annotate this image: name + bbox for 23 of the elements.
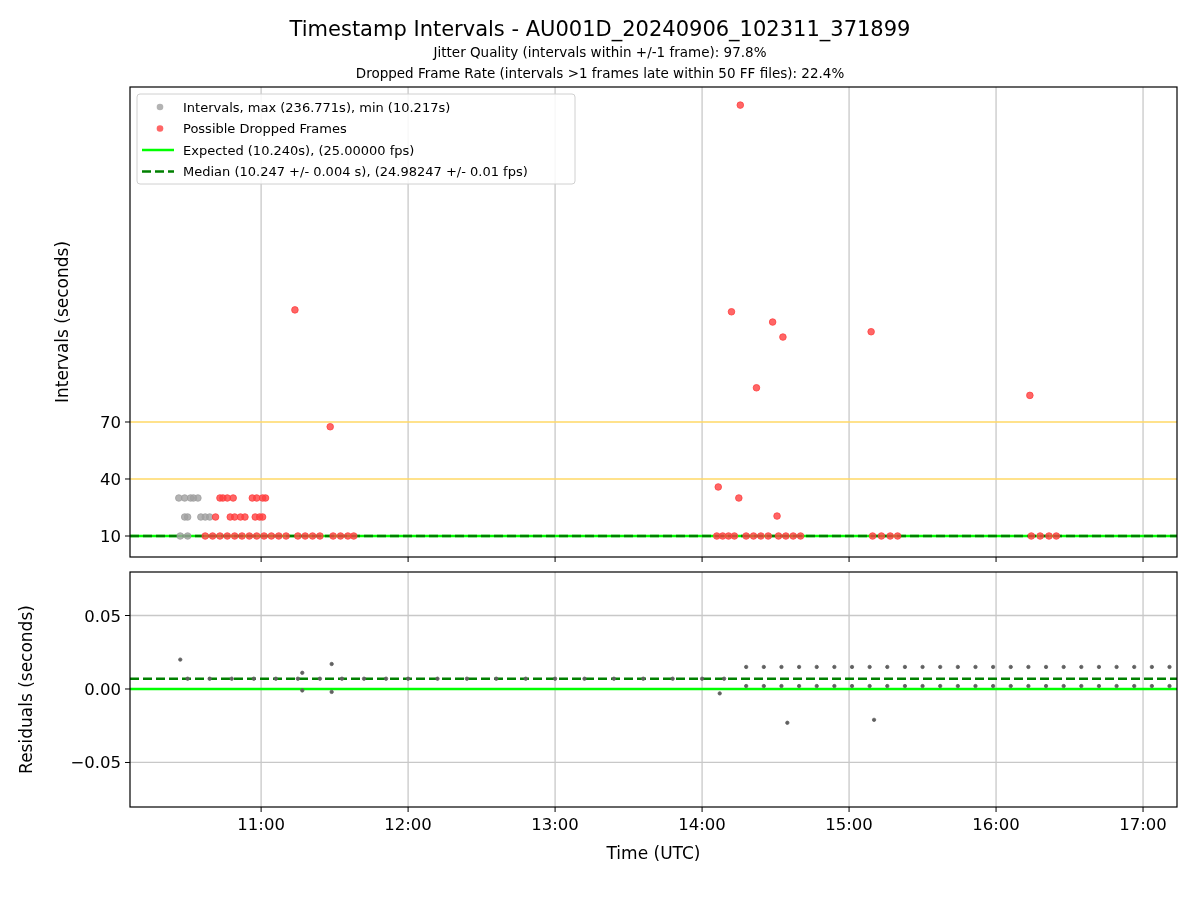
chart-subtitle: Jitter Quality (intervals within +/-1 frame): 97.8% xyxy=(433,43,767,62)
tick-label: 10 xyxy=(100,527,121,546)
tick-label: 14:00 xyxy=(678,815,726,834)
tick-label: 16:00 xyxy=(972,815,1020,834)
tick-label: 12:00 xyxy=(384,815,432,834)
tick-label: 15:00 xyxy=(825,815,873,834)
legend-label: Possible Dropped Frames xyxy=(183,121,347,136)
chart-subtitle: Dropped Frame Rate (intervals >1 frames late within 50 FF files): 22.4% xyxy=(355,64,845,83)
tick-label: 0.05 xyxy=(84,606,121,626)
axis-title: Intervals (seconds) xyxy=(52,240,72,404)
tick-label: −0.05 xyxy=(70,753,121,773)
tick-label: 11:00 xyxy=(237,815,285,834)
axis-title: Residuals (seconds) xyxy=(16,605,36,774)
tick-label: 70 xyxy=(100,413,121,432)
legend-label: Expected (10.240s), (25.00000 fps) xyxy=(183,142,415,158)
legend-label: Median (10.247 +/- 0.004 s), (24.98247 +/- 0.01 fps) xyxy=(183,164,528,179)
tick-label: 13:00 xyxy=(531,815,579,834)
chart-title: Timestamp Intervals - AU001D_20240906_102311_371899 xyxy=(289,16,911,42)
tick-label: 0.00 xyxy=(84,680,121,699)
tick-label: 17:00 xyxy=(1119,815,1167,834)
axis-title: Time (UTC) xyxy=(606,843,701,862)
tick-label: 40 xyxy=(100,470,121,489)
legend-label: Intervals, max (236.771s), min (10.217s) xyxy=(183,99,451,115)
